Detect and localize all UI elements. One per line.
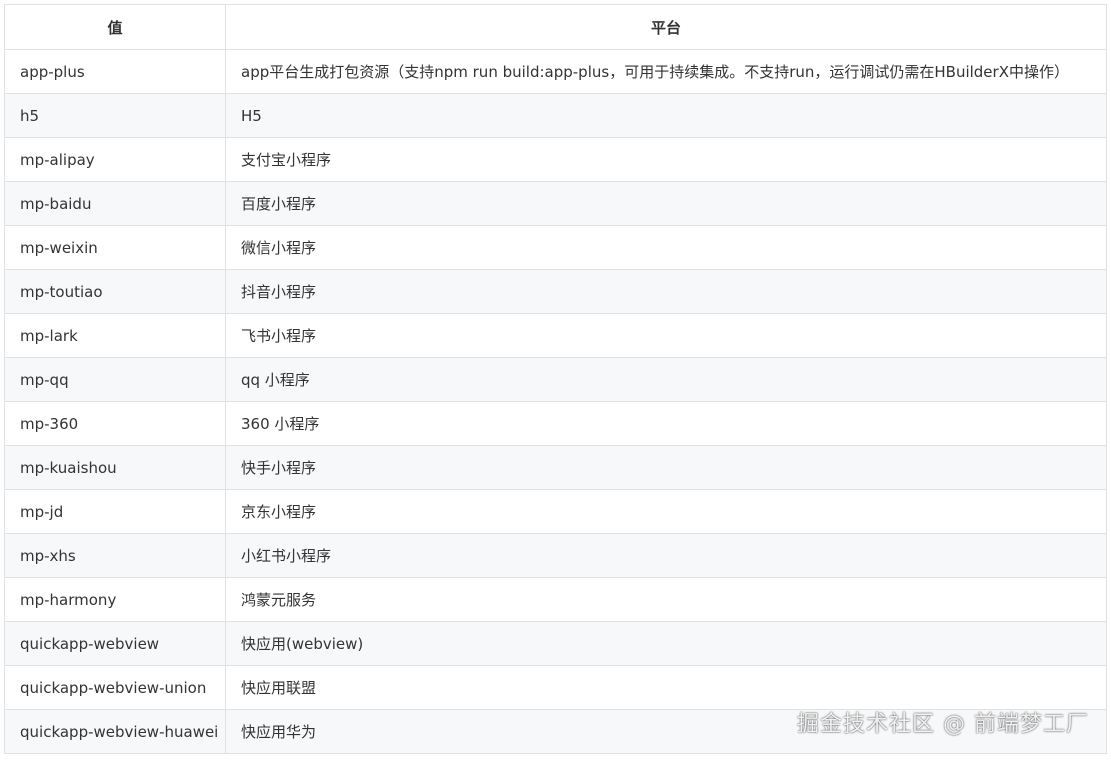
table-row: mp-jd 京东小程序	[4, 489, 1107, 534]
table-row: mp-toutiao 抖音小程序	[4, 269, 1107, 314]
table-row: app-plus app平台生成打包资源（支持npm run build:app-…	[4, 49, 1107, 94]
watermark-text: 掘金技术社区 @ 前端梦工厂	[797, 712, 1089, 737]
cell-platform: 快手小程序	[225, 445, 1107, 490]
cell-value: mp-kuaishou	[4, 445, 226, 490]
cell-value: app-plus	[4, 49, 226, 94]
table-row: quickapp-webview 快应用(webview)	[4, 621, 1107, 666]
cell-value: mp-alipay	[4, 137, 226, 182]
cell-platform: 鸿蒙元服务	[225, 577, 1107, 622]
table-row: mp-xhs 小红书小程序	[4, 533, 1107, 578]
cell-platform: 微信小程序	[225, 225, 1107, 270]
cell-platform: 百度小程序	[225, 181, 1107, 226]
cell-platform: 京东小程序	[225, 489, 1107, 534]
cell-value: mp-toutiao	[4, 269, 226, 314]
table-row: mp-alipay 支付宝小程序	[4, 137, 1107, 182]
cell-value: mp-lark	[4, 313, 226, 358]
table-row: mp-qq qq 小程序	[4, 357, 1107, 402]
table-row: mp-baidu 百度小程序	[4, 181, 1107, 226]
table-header-row: 值 平台	[4, 4, 1107, 50]
table-row: h5 H5	[4, 93, 1107, 138]
cell-value: quickapp-webview-huawei	[4, 709, 226, 754]
cell-value: mp-360	[4, 401, 226, 446]
table-row: quickapp-webview-union 快应用联盟	[4, 665, 1107, 710]
cell-value: h5	[4, 93, 226, 138]
cell-platform: 快应用联盟	[225, 665, 1107, 710]
cell-value: mp-weixin	[4, 225, 226, 270]
table-row: mp-weixin 微信小程序	[4, 225, 1107, 270]
cell-platform: 小红书小程序	[225, 533, 1107, 578]
cell-value: mp-baidu	[4, 181, 226, 226]
table-row: mp-harmony 鸿蒙元服务	[4, 577, 1107, 622]
cell-platform: 飞书小程序	[225, 313, 1107, 358]
platform-table: 值 平台 app-plus app平台生成打包资源（支持npm run build…	[4, 4, 1107, 754]
table-row: mp-lark 飞书小程序	[4, 313, 1107, 358]
header-value: 值	[4, 4, 226, 50]
cell-value: quickapp-webview-union	[4, 665, 226, 710]
cell-platform: app平台生成打包资源（支持npm run build:app-plus，可用于…	[225, 49, 1107, 94]
table-body: app-plus app平台生成打包资源（支持npm run build:app-…	[4, 49, 1107, 754]
platform-table-container: 值 平台 app-plus app平台生成打包资源（支持npm run build…	[4, 4, 1107, 754]
cell-platform: 快应用(webview)	[225, 621, 1107, 666]
cell-platform: 360 小程序	[225, 401, 1107, 446]
cell-platform: H5	[225, 93, 1107, 138]
cell-value: mp-jd	[4, 489, 226, 534]
header-platform: 平台	[225, 4, 1107, 50]
table-row: mp-kuaishou 快手小程序	[4, 445, 1107, 490]
cell-value: mp-qq	[4, 357, 226, 402]
cell-value: quickapp-webview	[4, 621, 226, 666]
cell-value: mp-harmony	[4, 577, 226, 622]
table-row: mp-360 360 小程序	[4, 401, 1107, 446]
cell-platform: qq 小程序	[225, 357, 1107, 402]
cell-platform: 抖音小程序	[225, 269, 1107, 314]
cell-platform: 支付宝小程序	[225, 137, 1107, 182]
cell-value: mp-xhs	[4, 533, 226, 578]
